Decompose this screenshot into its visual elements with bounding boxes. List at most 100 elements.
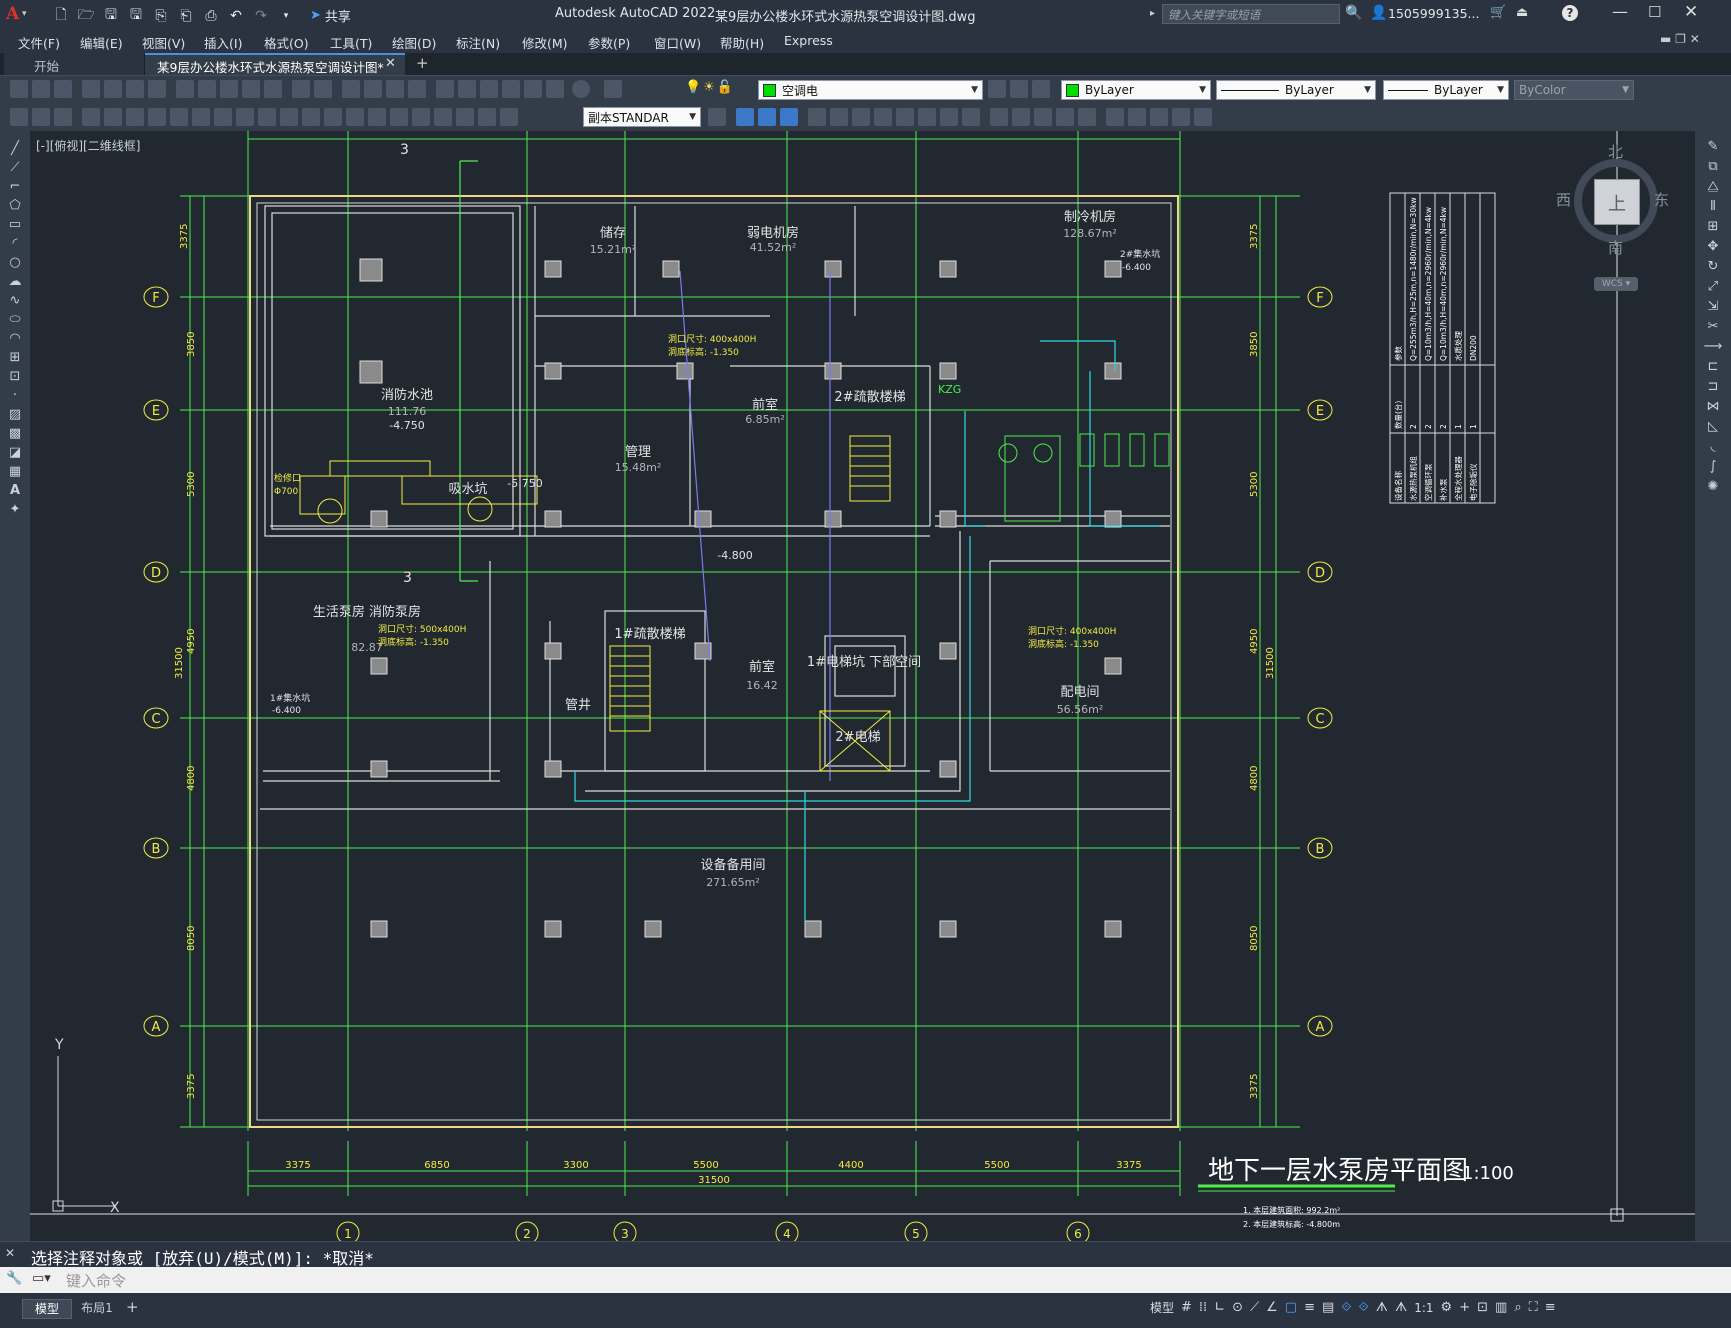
plot-icon[interactable]: ⎙ [200,5,222,27]
close-icon[interactable]: ✕ [1684,2,1698,22]
zoom-window-icon[interactable] [386,80,404,98]
menu-format[interactable]: 格式(O) [264,33,330,52]
linetype-dropdown[interactable]: ByLayer ▼ [1216,80,1376,100]
ellipse-arc-icon[interactable]: ◠ [9,331,20,346]
layer-freeze-icon[interactable]: ☀ [703,80,715,95]
design-center-icon[interactable] [458,80,476,98]
help-icon[interactable]: ? [1562,5,1578,21]
annotation-scale[interactable]: 1:1 [1414,1301,1433,1315]
cart-icon[interactable]: 🛒 [1490,5,1506,20]
menu-parametric[interactable]: 参数(P) [588,33,654,52]
gradient-icon[interactable]: ▩ [9,426,21,441]
plot-toolbar-icon[interactable] [82,80,100,98]
menu-view[interactable]: 视图(V) [142,33,204,52]
menu-express[interactable]: Express [784,33,844,52]
pan-icon[interactable] [342,80,360,98]
inspection-icon[interactable] [412,108,430,126]
circle-icon[interactable]: ○ [9,255,20,270]
array-icon[interactable] [830,108,848,126]
tab-model[interactable]: 模型 [22,1299,72,1319]
region-icon[interactable]: ◪ [9,445,21,460]
spline-icon[interactable]: ∿ [10,293,21,308]
viewcube-west[interactable]: 西 [1556,189,1571,210]
tab-start[interactable]: 开始 [4,53,145,75]
plot-preview-icon[interactable] [104,80,122,98]
line-icon[interactable]: ╱ [11,141,19,156]
tab-layout1[interactable]: 布局1 [72,1299,122,1319]
viewcube-north[interactable]: 北 [1608,141,1623,162]
text-style-dropdown[interactable]: 副本STANDAR ▼ [583,107,701,127]
autocad-logo-icon[interactable]: A [6,4,19,24]
explode-icon[interactable] [1078,108,1096,126]
move-icon[interactable] [852,108,870,126]
dim-continue-icon[interactable] [302,108,320,126]
mtext-draw-icon[interactable]: A [10,483,20,498]
lineweight-icon[interactable]: ≡ [1304,1300,1315,1315]
text-front-icon[interactable] [1172,108,1190,126]
dim-angular-icon[interactable] [236,108,254,126]
construction-line-icon[interactable]: ⟋ [10,160,19,175]
new-file-icon[interactable]: 🗋 [50,5,72,27]
qnew-icon[interactable] [10,80,28,98]
command-customize-icon[interactable]: 🔧 [6,1271,22,1286]
menu-draw[interactable]: 绘图(D) [392,33,456,52]
app-menu-chevron-icon[interactable]: ▾ [22,9,27,19]
dim-radius-icon[interactable] [170,108,188,126]
command-close-icon[interactable]: ✕ [5,1246,15,1260]
dim-edit-icon[interactable] [456,108,474,126]
extend-icon[interactable] [962,108,980,126]
offset-icon[interactable] [808,108,826,126]
menu-edit[interactable]: 编辑(E) [80,33,142,52]
viewcube-south[interactable]: 南 [1608,237,1623,258]
user-icon[interactable]: 👤 [1370,5,1387,21]
dim-break-icon[interactable] [346,108,364,126]
3d-osnap-icon[interactable]: ⟐ [1359,1300,1369,1315]
properties-icon[interactable] [436,80,454,98]
customize-status-icon[interactable]: ≡ [1545,1300,1556,1315]
hatch-back-icon[interactable] [1194,108,1212,126]
quick-properties-icon[interactable]: ▥ [1495,1300,1507,1315]
clean-screen-icon[interactable]: ⛶ [1529,1300,1538,1315]
new-tab-button[interactable]: + [416,54,429,72]
tolerance-icon[interactable] [368,108,386,126]
draworder-back-icon[interactable] [1150,108,1168,126]
center-mark-icon[interactable] [390,108,408,126]
annotation-visibility-icon[interactable]: ᗑ [1376,1300,1388,1315]
cut-icon[interactable] [176,80,194,98]
menu-insert[interactable]: 插入(I) [204,33,264,52]
transparency-icon[interactable]: ▤ [1322,1300,1334,1315]
dim-baseline-icon[interactable] [280,108,298,126]
user-account[interactable]: 1505999135... [1388,6,1479,21]
stretch-icon[interactable] [918,108,936,126]
break-side-icon[interactable]: ⊐ [1708,379,1719,394]
dim-aligned-icon[interactable] [104,108,122,126]
copy-icon[interactable] [198,80,216,98]
redo-toolbar-icon[interactable] [314,80,332,98]
markup-icon[interactable] [524,80,542,98]
scale-icon[interactable] [896,108,914,126]
selection-cycling-icon[interactable]: ⟐ [1341,1300,1351,1315]
copy-object-icon[interactable] [758,108,776,126]
undo-toolbar-icon[interactable] [292,80,310,98]
array-side-icon[interactable]: ⊞ [1708,219,1719,234]
layer-properties-icon[interactable] [604,80,622,98]
offset-side-icon[interactable]: ⫴ [1710,199,1715,214]
menu-tools[interactable]: 工具(T) [330,33,392,52]
erase-side-icon[interactable]: ✎ [1708,139,1719,154]
save-icon[interactable]: 🖫 [100,5,122,27]
move-side-icon[interactable]: ✥ [1708,239,1719,254]
hatch-icon[interactable]: ▨ [9,407,21,422]
ellipse-icon[interactable]: ⬭ [9,312,20,327]
doc-window-controls[interactable]: ▬ ❐ ✕ [1660,32,1700,46]
layer-states-icon[interactable] [1032,80,1050,98]
viewcube-face-top[interactable]: 上 [1594,179,1640,225]
undo-icon[interactable]: ↶ [225,5,247,27]
layer-lock-icon[interactable]: 🔓 [717,80,733,95]
tab-close-icon[interactable]: ✕ [385,56,396,71]
arc-icon[interactable]: ◜ [12,236,17,251]
annotation-scale-auto-icon[interactable]: ᗑ [1395,1300,1407,1315]
mtext-icon[interactable] [32,108,50,126]
open-icon[interactable] [32,80,50,98]
make-current-layer-icon[interactable] [988,80,1006,98]
save-web-icon[interactable]: ⎗ [175,5,197,27]
